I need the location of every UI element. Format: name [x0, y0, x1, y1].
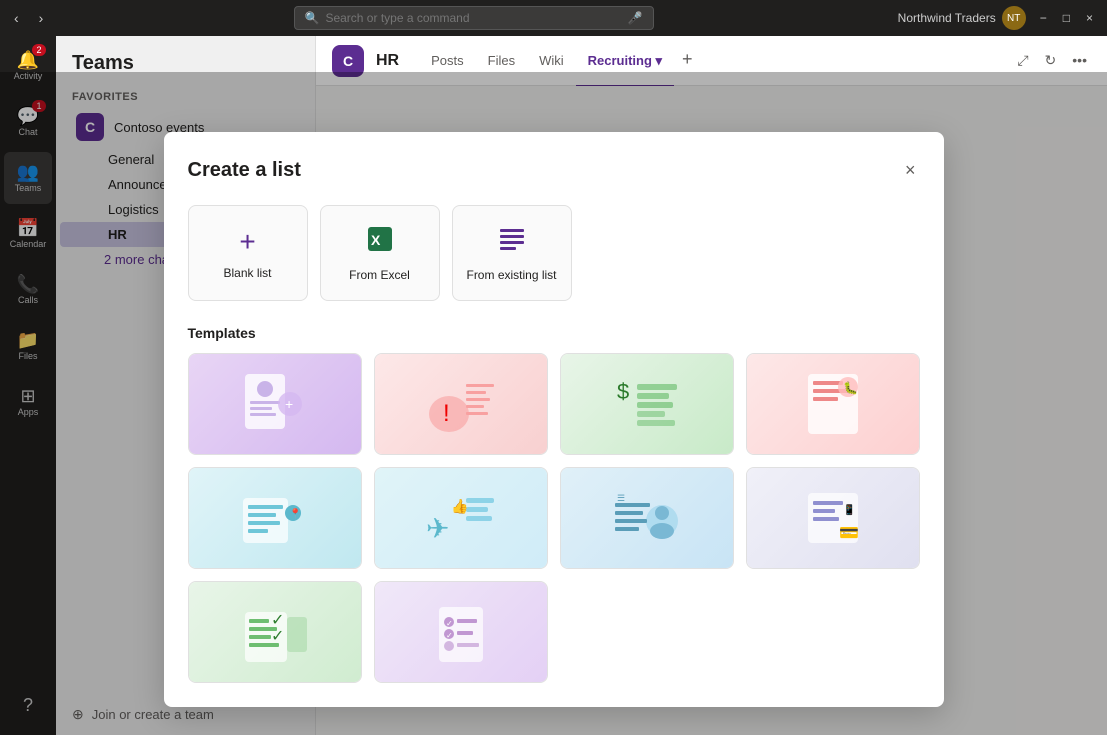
template-thumb-event-itinerary: 📍 [189, 468, 361, 568]
svg-text:☰: ☰ [617, 493, 625, 503]
template-thumb-project-planning: ✓ ✓ [189, 582, 361, 682]
dialog-overlay: Create a list × + Blank list X From [0, 72, 1107, 735]
svg-text:✓: ✓ [446, 619, 453, 628]
create-option-excel[interactable]: X From Excel [320, 205, 440, 301]
svg-text:📱: 📱 [843, 503, 855, 516]
template-card-incidents[interactable]: ! Incidents [374, 353, 548, 455]
back-button[interactable]: ‹ [8, 8, 25, 28]
templates-label: Templates [188, 325, 920, 341]
template-thumb-team-contacts: ☰ [561, 468, 733, 568]
close-button[interactable]: × [1080, 9, 1099, 27]
svg-text:$: $ [617, 379, 629, 404]
template-thumb-patients: + [189, 354, 361, 454]
svg-text:+: + [285, 396, 293, 412]
template-thumb-incidents: ! [375, 354, 547, 454]
svg-text:X: X [371, 232, 381, 248]
blank-list-label: Blank list [223, 266, 271, 280]
user-name: Northwind Traders [898, 11, 996, 25]
template-card-project-planning[interactable]: ✓ ✓ Project planning [188, 581, 362, 683]
template-card-patients[interactable]: + Patients [188, 353, 362, 455]
create-option-blank[interactable]: + Blank list [188, 205, 308, 301]
avatar[interactable]: NT [1002, 6, 1026, 30]
excel-icon: X [366, 225, 394, 260]
dialog-close-button[interactable]: × [901, 156, 920, 185]
search-input[interactable] [325, 11, 621, 25]
template-card-loans[interactable]: $ Loans [560, 353, 734, 455]
create-options: + Blank list X From Excel [188, 205, 920, 301]
create-option-existing[interactable]: From existing list [452, 205, 572, 301]
template-card-issue-tracker[interactable]: 🐛 Issue tracker [746, 353, 920, 455]
template-name-onboarding: Onboarding checklist [375, 682, 547, 683]
template-thumb-onboarding: ✓ ✓ [375, 582, 547, 682]
maximize-button[interactable]: □ [1057, 9, 1076, 27]
template-thumb-asset-tracker: 💳 📱 [747, 468, 919, 568]
template-thumb-issue-tracker: 🐛 [747, 354, 919, 454]
from-excel-label: From Excel [349, 268, 410, 282]
svg-text:✓: ✓ [446, 631, 453, 640]
template-name-project-planning: Project planning [189, 682, 361, 683]
app-body: 🔔 Activity 2 💬 Chat 1 👥 Teams 📅 Calendar… [0, 36, 1107, 735]
refresh-icon[interactable]: ↻ [1041, 48, 1061, 73]
dialog-header: Create a list × [188, 156, 920, 185]
svg-text:✈: ✈ [426, 513, 449, 544]
template-name-team-contacts: Team contacts [561, 568, 733, 569]
template-thumb-loans: $ [561, 354, 733, 454]
svg-text:✓: ✓ [271, 612, 284, 629]
more-options-icon[interactable]: ••• [1068, 48, 1091, 73]
sidebar-title: Teams [72, 52, 134, 74]
search-bar: 🔍 🎤 [294, 6, 654, 30]
window-controls: − □ × [1034, 9, 1099, 27]
microphone-icon: 🎤 [628, 11, 643, 25]
template-card-onboarding[interactable]: ✓ ✓ Onboarding checklist [374, 581, 548, 683]
minimize-button[interactable]: − [1034, 9, 1053, 27]
template-thumb-business-approvals: ✈ 👍 [375, 468, 547, 568]
template-name-incidents: Incidents [375, 454, 547, 455]
svg-text:🐛: 🐛 [843, 381, 858, 395]
channel-name: HR [376, 52, 399, 70]
template-name-loans: Loans [561, 454, 733, 455]
activity-badge: 2 [32, 44, 46, 56]
template-name-event-itinerary: Event itinerary [189, 568, 361, 569]
svg-text:👍: 👍 [451, 498, 468, 515]
channel-header-actions: ⤢ ↻ ••• [1013, 48, 1091, 73]
svg-text:📍: 📍 [289, 507, 301, 520]
template-card-business-approvals[interactable]: ✈ 👍 Business trip approvals [374, 467, 548, 569]
from-existing-label: From existing list [466, 268, 556, 282]
svg-text:!: ! [443, 400, 450, 427]
template-card-event-itinerary[interactable]: 📍 Event itinerary [188, 467, 362, 569]
template-card-team-contacts[interactable]: ☰ Team contacts [560, 467, 734, 569]
template-name-business-approvals: Business trip approvals [375, 568, 547, 569]
expand-icon[interactable]: ⤢ [1013, 48, 1032, 73]
templates-grid: + Patients ! [188, 353, 920, 683]
svg-text:💳: 💳 [839, 525, 859, 542]
template-name-asset-tracker: Asset tracker [747, 568, 919, 569]
user-info: Northwind Traders NT [898, 6, 1026, 30]
dialog-title: Create a list [188, 159, 301, 182]
titlebar-nav: ‹ › [8, 8, 49, 28]
titlebar: ‹ › 🔍 🎤 Northwind Traders NT − □ × [0, 0, 1107, 36]
svg-text:✓: ✓ [271, 628, 284, 645]
blank-list-icon: + [239, 226, 255, 258]
titlebar-right: Northwind Traders NT − □ × [898, 6, 1099, 30]
search-icon: 🔍 [305, 11, 320, 25]
create-list-dialog: Create a list × + Blank list X From [164, 132, 944, 707]
template-name-issue-tracker: Issue tracker [747, 454, 919, 455]
template-name-patients: Patients [189, 454, 361, 455]
template-card-asset-tracker[interactable]: 💳 📱 Asset tracker [746, 467, 920, 569]
forward-button[interactable]: › [33, 8, 50, 28]
existing-list-icon [498, 225, 526, 260]
